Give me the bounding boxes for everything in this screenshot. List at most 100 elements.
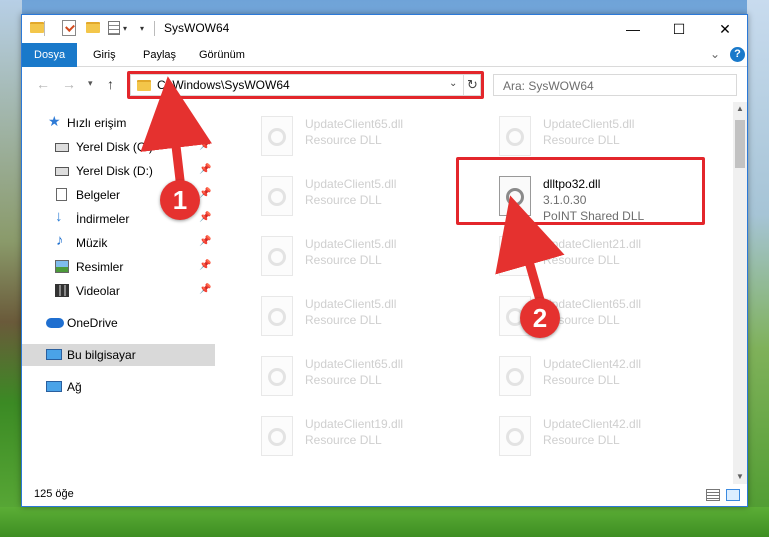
sidebar-item-onedrive[interactable]: OneDrive <box>22 312 215 334</box>
back-arrow-icon[interactable]: ← <box>36 76 50 92</box>
navigation-bar: ← → ▾ ↑ C:\Windows\SysWOW64 ⌄ ↻ Ara: Sys… <box>22 68 747 102</box>
dll-file-icon <box>261 296 293 336</box>
tab-dosya[interactable]: Dosya <box>22 43 78 67</box>
expand-ribbon-icon[interactable]: ⌄ <box>710 47 720 61</box>
file-name: UpdateClient5.dll <box>305 237 397 251</box>
sidebar-item-label: Ağ <box>67 380 82 394</box>
status-bar: 125 öğe <box>22 484 747 506</box>
file-name: UpdateClient5.dll <box>305 297 397 311</box>
computer-icon <box>46 349 62 360</box>
sidebar-item-quick-access[interactable]: ★ Hızlı erişim <box>22 112 215 134</box>
file-type: Resource DLL <box>305 193 382 207</box>
file-type: Resource DLL <box>543 133 620 147</box>
pin-icon[interactable]: 📌 <box>199 164 211 175</box>
file-item[interactable]: UpdateClient5.dll Resource DLL <box>253 172 483 224</box>
file-item[interactable]: UpdateClient65.dll Resource DLL <box>253 112 483 164</box>
tab-gorunum[interactable]: Görünüm <box>187 43 257 67</box>
pin-icon[interactable]: 📌 <box>199 188 211 199</box>
sidebar-item-music[interactable]: ♪ Müzik 📌 <box>22 232 215 254</box>
file-name: UpdateClient42.dll <box>543 357 642 371</box>
title-separator <box>44 21 45 36</box>
sidebar-item-local-disk-d[interactable]: Yerel Disk (D:) 📌 <box>22 160 215 182</box>
pin-icon[interactable]: 📌 <box>199 260 211 271</box>
dll-file-icon <box>261 416 293 456</box>
file-item[interactable]: UpdateClient21.dll Resource DLL <box>491 232 721 284</box>
properties-check-icon[interactable] <box>62 20 76 36</box>
network-icon <box>46 381 62 392</box>
up-arrow-icon[interactable]: ↑ <box>107 76 114 92</box>
star-icon: ★ <box>48 113 61 129</box>
file-type: Resource DLL <box>543 253 620 267</box>
file-name: UpdateClient42.dll <box>543 417 642 431</box>
maximize-button[interactable]: ☐ <box>656 15 702 43</box>
cloud-icon <box>46 318 64 328</box>
file-type: Resource DLL <box>543 433 620 447</box>
file-name: UpdateClient5.dll <box>543 117 635 131</box>
sidebar-item-label: Videolar <box>76 284 120 298</box>
details-view-icon[interactable] <box>706 489 720 501</box>
explorer-window: ▾ ▾ SysWOW64 — ☐ ✕ Dosya Giriş Paylaş Gö… <box>21 14 748 507</box>
pin-icon[interactable]: 📌 <box>199 284 211 295</box>
sidebar-item-local-disk-c[interactable]: Yerel Disk (C:) 📌 <box>22 136 215 158</box>
sidebar-item-label: Müzik <box>76 236 108 250</box>
desktop-background-bottom <box>0 507 769 537</box>
minimize-button[interactable]: — <box>610 15 656 43</box>
dll-file-icon <box>261 356 293 396</box>
drive-icon <box>55 167 69 176</box>
recent-locations-icon[interactable]: ▾ <box>88 78 93 89</box>
close-button[interactable]: ✕ <box>702 15 748 43</box>
file-item[interactable]: UpdateClient42.dll Resource DLL <box>491 412 721 464</box>
sidebar-item-label: Resimler <box>76 260 124 274</box>
pin-icon[interactable]: 📌 <box>199 212 211 223</box>
search-placeholder[interactable]: Ara: SysWOW64 <box>503 79 594 93</box>
desktop-background-left <box>0 0 22 537</box>
scroll-thumb[interactable] <box>735 120 745 168</box>
file-item[interactable]: UpdateClient5.dll Resource DLL <box>253 292 483 344</box>
dll-file-icon <box>261 176 293 216</box>
file-type: Resource DLL <box>305 313 382 327</box>
file-name: UpdateClient5.dll <box>305 177 397 191</box>
large-icons-view-icon[interactable] <box>726 489 740 501</box>
file-type: Resource DLL <box>305 433 382 447</box>
vertical-scrollbar[interactable]: ▲ ▼ <box>733 102 747 484</box>
music-icon: ♪ <box>56 232 64 249</box>
tab-paylas[interactable]: Paylaş <box>131 43 188 67</box>
dll-file-icon <box>261 236 293 276</box>
window-title: SysWOW64 <box>164 21 230 35</box>
scroll-up-icon[interactable]: ▲ <box>733 102 747 116</box>
tab-giris[interactable]: Giriş <box>81 43 128 67</box>
search-input[interactable]: Ara: SysWOW64 <box>493 74 737 96</box>
file-item[interactable]: UpdateClient5.dll Resource DLL <box>253 232 483 284</box>
sidebar-item-label: Yerel Disk (D:) <box>76 164 153 178</box>
address-highlight-box <box>127 71 484 99</box>
item-count: 125 öğe <box>34 488 74 500</box>
sidebar-item-label: İndirmeler <box>76 212 130 226</box>
file-name: UpdateClient65.dll <box>305 117 404 131</box>
sidebar-item-label: Yerel Disk (C:) <box>76 140 153 154</box>
file-name: UpdateClient21.dll <box>543 237 642 251</box>
file-item[interactable]: UpdateClient42.dll Resource DLL <box>491 352 721 404</box>
scroll-down-icon[interactable]: ▼ <box>733 470 747 484</box>
forward-arrow-icon[interactable]: → <box>62 76 76 92</box>
file-item[interactable]: UpdateClient65.dll Resource DLL <box>253 352 483 404</box>
file-item[interactable]: UpdateClient19.dll Resource DLL <box>253 412 483 464</box>
quick-access-dropdown-icon[interactable]: ▾ <box>123 24 127 33</box>
sidebar-item-this-pc[interactable]: Bu bilgisayar <box>22 344 215 366</box>
sidebar-item-videos[interactable]: Videolar 📌 <box>22 280 215 302</box>
quick-access-properties-icon[interactable] <box>108 21 120 35</box>
dll-file-icon <box>499 356 531 396</box>
dll-file-icon <box>499 116 531 156</box>
documents-icon <box>56 188 67 201</box>
file-type: Resource DLL <box>543 373 620 387</box>
sidebar-item-label: Belgeler <box>76 188 121 202</box>
new-folder-icon[interactable] <box>86 22 100 33</box>
pin-icon[interactable]: 📌 <box>199 140 211 151</box>
customize-toolbar-icon[interactable]: ▾ <box>140 24 144 33</box>
help-icon[interactable]: ? <box>730 47 745 62</box>
title-separator-2 <box>154 21 155 36</box>
desktop-background-right <box>747 0 769 537</box>
sidebar-item-pictures[interactable]: Resimler 📌 <box>22 256 215 278</box>
file-type: Resource DLL <box>305 253 382 267</box>
sidebar-item-network[interactable]: Ağ <box>22 376 215 398</box>
pin-icon[interactable]: 📌 <box>199 236 211 247</box>
